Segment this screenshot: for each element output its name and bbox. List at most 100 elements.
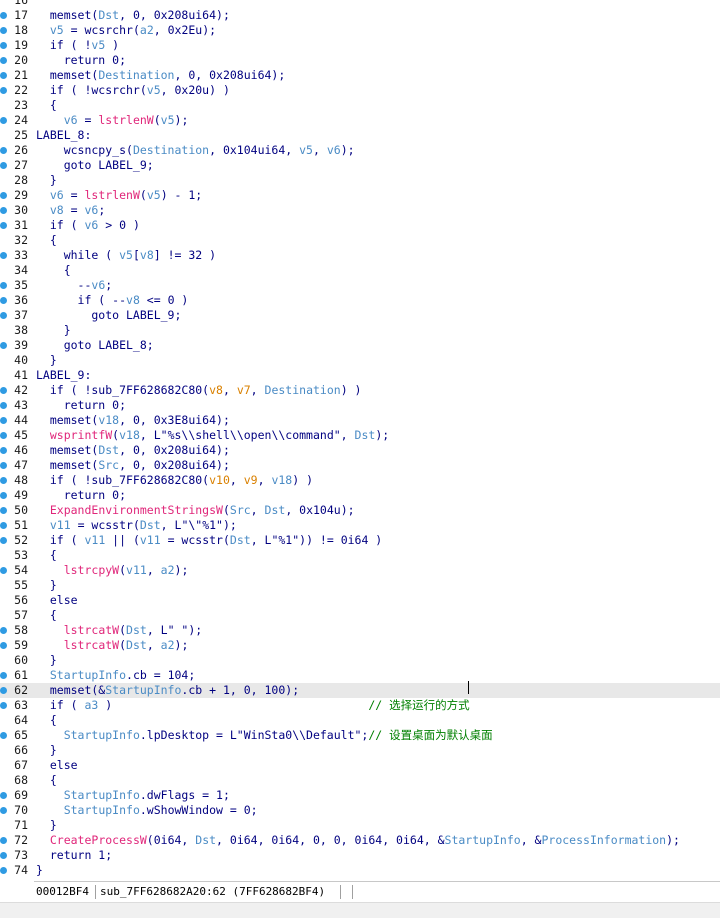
- code-text[interactable]: {: [36, 263, 71, 278]
- code-text[interactable]: v5 = wcsrchr(a2, 0x2Eu);: [36, 23, 216, 38]
- code-line[interactable]: 50 ExpandEnvironmentStringsW(Src, Dst, 0…: [0, 503, 720, 518]
- breakpoint-dot-icon[interactable]: [0, 282, 7, 289]
- code-text[interactable]: return 1;: [36, 848, 112, 863]
- breakpoint-dot-icon[interactable]: [0, 387, 7, 394]
- code-text[interactable]: }: [36, 743, 57, 758]
- code-line[interactable]: 48 if ( !sub_7FF628682C80(v10, v9, v18) …: [0, 473, 720, 488]
- code-line[interactable]: 54 lstrcpyW(v11, a2);: [0, 563, 720, 578]
- code-line[interactable]: 28 }: [0, 173, 720, 188]
- breakpoint-dot-icon[interactable]: [0, 162, 7, 169]
- code-text[interactable]: {: [36, 98, 57, 113]
- code-line[interactable]: 21 memset(Destination, 0, 0x208ui64);: [0, 68, 720, 83]
- code-text[interactable]: lstrcpyW(v11, a2);: [36, 563, 189, 578]
- breakpoint-dot-icon[interactable]: [0, 312, 7, 319]
- breakpoint-dot-icon[interactable]: [0, 27, 7, 34]
- code-text[interactable]: {: [36, 233, 57, 248]
- code-line[interactable]: 66 }: [0, 743, 720, 758]
- code-line[interactable]: 71 }: [0, 818, 720, 833]
- code-line[interactable]: 32 {: [0, 233, 720, 248]
- breakpoint-dot-icon[interactable]: [0, 867, 7, 874]
- code-text[interactable]: memset(&StartupInfo.cb + 1, 0, 100);: [36, 683, 299, 698]
- breakpoint-dot-icon[interactable]: [0, 567, 7, 574]
- code-line[interactable]: 53 {: [0, 548, 720, 563]
- code-text[interactable]: wcsncpy_s(Destination, 0x104ui64, v5, v6…: [36, 143, 355, 158]
- code-line[interactable]: 26 wcsncpy_s(Destination, 0x104ui64, v5,…: [0, 143, 720, 158]
- code-text[interactable]: }: [36, 818, 57, 833]
- code-line[interactable]: 72 CreateProcessW(0i64, Dst, 0i64, 0i64,…: [0, 833, 720, 848]
- code-text[interactable]: }: [36, 353, 57, 368]
- code-text[interactable]: }: [36, 653, 57, 668]
- code-line[interactable]: 52 if ( v11 || (v11 = wcsstr(Dst, L"%1")…: [0, 533, 720, 548]
- code-text[interactable]: memset(v18, 0, 0x3E8ui64);: [36, 413, 230, 428]
- code-line[interactable]: 59 lstrcatW(Dst, a2);: [0, 638, 720, 653]
- code-line[interactable]: 49 return 0;: [0, 488, 720, 503]
- code-line[interactable]: 64 {: [0, 713, 720, 728]
- code-line[interactable]: 45 wsprintfW(v18, L"%s\\shell\\open\\com…: [0, 428, 720, 443]
- code-text[interactable]: CreateProcessW(0i64, Dst, 0i64, 0i64, 0,…: [36, 833, 680, 848]
- code-text[interactable]: memset(Dst, 0, 0x208ui64);: [36, 443, 230, 458]
- code-text[interactable]: if ( v6 > 0 ): [36, 218, 140, 233]
- code-line[interactable]: 60 }: [0, 653, 720, 668]
- breakpoint-dot-icon[interactable]: [0, 477, 7, 484]
- code-text[interactable]: }: [36, 578, 57, 593]
- code-line[interactable]: 63 if ( a3 ) // 选择运行的方式: [0, 698, 720, 713]
- code-line[interactable]: 33 while ( v5[v8] != 32 ): [0, 248, 720, 263]
- breakpoint-dot-icon[interactable]: [0, 417, 7, 424]
- code-line[interactable]: 56 else: [0, 593, 720, 608]
- code-text[interactable]: memset(Dst, 0, 0x208ui64);: [36, 8, 230, 23]
- breakpoint-dot-icon[interactable]: [0, 432, 7, 439]
- code-text[interactable]: v6 = lstrlenW(v5) - 1;: [36, 188, 202, 203]
- code-line[interactable]: 23 {: [0, 98, 720, 113]
- code-line[interactable]: 62 memset(&StartupInfo.cb + 1, 0, 100);: [0, 683, 720, 698]
- breakpoint-dot-icon[interactable]: [0, 117, 7, 124]
- breakpoint-dot-icon[interactable]: [0, 627, 7, 634]
- breakpoint-dot-icon[interactable]: [0, 807, 7, 814]
- code-text[interactable]: while ( v5[v8] != 32 ): [36, 248, 216, 263]
- code-text[interactable]: return 0;: [36, 398, 126, 413]
- code-line[interactable]: 34 {: [0, 263, 720, 278]
- decompiler-code-view[interactable]: 16 17 memset(Dst, 0, 0x208ui64); 18 v5 = w…: [0, 0, 720, 880]
- code-text[interactable]: if ( v11 || (v11 = wcsstr(Dst, L"%1")) !…: [36, 533, 382, 548]
- code-line[interactable]: 69 StartupInfo.dwFlags = 1;: [0, 788, 720, 803]
- breakpoint-dot-icon[interactable]: [0, 207, 7, 214]
- code-text[interactable]: {: [36, 608, 57, 623]
- code-text[interactable]: {: [36, 548, 57, 563]
- breakpoint-dot-icon[interactable]: [0, 837, 7, 844]
- breakpoint-dot-icon[interactable]: [0, 852, 7, 859]
- breakpoint-dot-icon[interactable]: [0, 222, 7, 229]
- code-text[interactable]: if ( a3 ) // 选择运行的方式: [36, 698, 470, 713]
- code-text[interactable]: return 0;: [36, 53, 126, 68]
- code-line[interactable]: 47 memset(Src, 0, 0x208ui64);: [0, 458, 720, 473]
- code-line[interactable]: 58 lstrcatW(Dst, L" ");: [0, 623, 720, 638]
- code-text[interactable]: LABEL_8:: [36, 128, 91, 143]
- breakpoint-dot-icon[interactable]: [0, 537, 7, 544]
- breakpoint-dot-icon[interactable]: [0, 447, 7, 454]
- code-text[interactable]: StartupInfo.wShowWindow = 0;: [36, 803, 258, 818]
- code-line[interactable]: 68 {: [0, 773, 720, 788]
- code-line[interactable]: 44 memset(v18, 0, 0x3E8ui64);: [0, 413, 720, 428]
- code-text[interactable]: if ( !wcsrchr(v5, 0x20u) ): [36, 83, 230, 98]
- code-line[interactable]: 27 goto LABEL_9;: [0, 158, 720, 173]
- code-text[interactable]: lstrcatW(Dst, a2);: [36, 638, 189, 653]
- code-line[interactable]: 41 LABEL_9:: [0, 368, 720, 383]
- code-line[interactable]: 37 goto LABEL_9;: [0, 308, 720, 323]
- code-text[interactable]: memset(Src, 0, 0x208ui64);: [36, 458, 230, 473]
- code-line[interactable]: 29 v6 = lstrlenW(v5) - 1;: [0, 188, 720, 203]
- breakpoint-dot-icon[interactable]: [0, 702, 7, 709]
- code-text[interactable]: memset(Destination, 0, 0x208ui64);: [36, 68, 285, 83]
- breakpoint-dot-icon[interactable]: [0, 42, 7, 49]
- breakpoint-dot-icon[interactable]: [0, 792, 7, 799]
- code-line[interactable]: 74}: [0, 863, 720, 878]
- code-line[interactable]: 67 else: [0, 758, 720, 773]
- code-text[interactable]: ExpandEnvironmentStringsW(Src, Dst, 0x10…: [36, 503, 355, 518]
- code-text[interactable]: goto LABEL_9;: [36, 308, 181, 323]
- code-line[interactable]: 17 memset(Dst, 0, 0x208ui64);: [0, 8, 720, 23]
- breakpoint-dot-icon[interactable]: [0, 687, 7, 694]
- code-line[interactable]: 65 StartupInfo.lpDesktop = L"WinSta0\\De…: [0, 728, 720, 743]
- code-line[interactable]: 61 StartupInfo.cb = 104;: [0, 668, 720, 683]
- code-line[interactable]: 36 if ( --v8 <= 0 ): [0, 293, 720, 308]
- code-line[interactable]: 35 --v6;: [0, 278, 720, 293]
- code-line[interactable]: 70 StartupInfo.wShowWindow = 0;: [0, 803, 720, 818]
- breakpoint-dot-icon[interactable]: [0, 672, 7, 679]
- code-text[interactable]: StartupInfo.cb = 104;: [36, 668, 195, 683]
